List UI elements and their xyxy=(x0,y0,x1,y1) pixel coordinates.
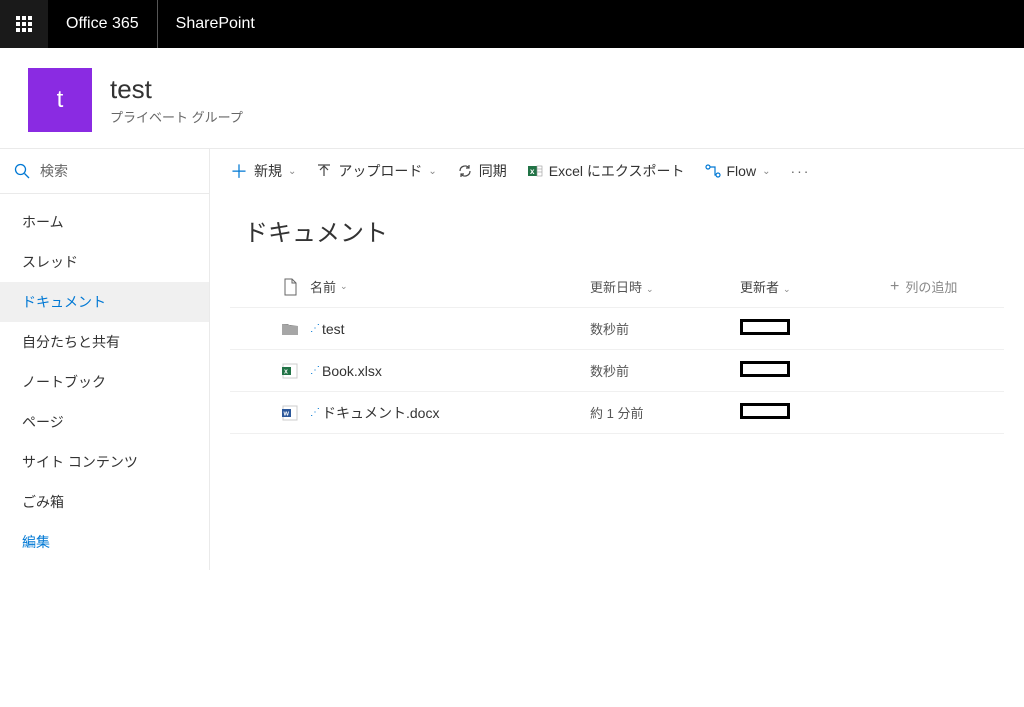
nav-notebook[interactable]: ノートブック xyxy=(0,362,209,402)
item-name[interactable]: test xyxy=(322,321,345,337)
export-excel-label: Excel にエクスポート xyxy=(549,161,685,181)
chevron-down-icon: ⌄ xyxy=(646,284,654,294)
upload-button[interactable]: アップロード ⌄ xyxy=(316,161,436,181)
global-topbar: Office 365 SharePoint xyxy=(0,0,1024,48)
chevron-down-icon: ⌄ xyxy=(288,166,296,177)
search-icon xyxy=(14,163,30,179)
chevron-down-icon: ⌄ xyxy=(783,284,791,294)
item-modified-by xyxy=(740,319,890,338)
add-column-button[interactable]: +列の追加 xyxy=(890,277,1004,296)
site-title[interactable]: test xyxy=(110,74,243,105)
plus-icon: ＋ xyxy=(230,158,248,184)
left-column: 検索 ホーム スレッド ドキュメント 自分たちと共有 ノートブック ページ サイ… xyxy=(0,149,210,570)
chevron-down-icon: ⌄ xyxy=(428,166,436,177)
new-button[interactable]: ＋ 新規 ⌄ xyxy=(230,158,296,184)
svg-text:x: x xyxy=(530,167,535,176)
name-column-header[interactable]: 名前⌄ xyxy=(310,277,590,296)
flow-label: Flow xyxy=(727,163,757,179)
new-indicator-icon: ⋰ xyxy=(310,407,320,418)
folder-icon xyxy=(270,320,310,338)
library-title: ドキュメント xyxy=(244,213,1004,248)
excel-icon: x xyxy=(527,163,543,179)
item-modified-by xyxy=(740,361,890,380)
site-privacy-label: プライベート グループ xyxy=(110,107,243,126)
item-modified-by xyxy=(740,403,890,422)
sync-icon xyxy=(457,163,473,179)
upload-label: アップロード xyxy=(338,161,422,181)
item-modified: 約 1 分前 xyxy=(590,403,740,422)
new-label: 新規 xyxy=(254,161,282,181)
chevron-down-icon: ⌄ xyxy=(340,281,348,292)
chevron-down-icon: ⌄ xyxy=(762,166,770,177)
nav-site-contents[interactable]: サイト コンテンツ xyxy=(0,442,209,482)
excel-file-icon: x xyxy=(270,362,310,380)
plus-icon: + xyxy=(890,278,899,296)
modified-by-column-header[interactable]: 更新者⌄ xyxy=(740,277,890,296)
office-365-link[interactable]: Office 365 xyxy=(48,0,158,48)
modified-column-header[interactable]: 更新日時⌄ xyxy=(590,277,740,296)
document-list: 名前⌄ 更新日時⌄ 更新者⌄ +列の追加 ⋰test 数秒前 xyxy=(230,266,1004,434)
nav-pages[interactable]: ページ xyxy=(0,402,209,442)
upload-icon xyxy=(316,163,332,179)
app-launcher-button[interactable] xyxy=(0,0,48,48)
nav-edit-link[interactable]: 編集 xyxy=(0,522,209,562)
sync-button[interactable]: 同期 xyxy=(457,161,507,181)
export-excel-button[interactable]: x Excel にエクスポート xyxy=(527,161,685,181)
table-row[interactable]: ⋰test 数秒前 xyxy=(230,308,1004,350)
search-placeholder: 検索 xyxy=(40,161,68,181)
filetype-column-header[interactable] xyxy=(270,278,310,296)
item-modified: 数秒前 xyxy=(590,319,740,338)
more-commands-button[interactable]: ··· xyxy=(790,163,810,179)
svg-text:x: x xyxy=(284,368,288,375)
nav-conversations[interactable]: スレッド xyxy=(0,242,209,282)
new-indicator-icon: ⋰ xyxy=(310,323,320,334)
nav-shared-with-us[interactable]: 自分たちと共有 xyxy=(0,322,209,362)
svg-text:w: w xyxy=(283,410,290,417)
main-area: ＋ 新規 ⌄ アップロード ⌄ 同期 x Exc xyxy=(210,149,1024,570)
table-row[interactable]: w ⋰ドキュメント.docx 約 1 分前 xyxy=(230,392,1004,434)
flow-icon xyxy=(705,163,721,179)
left-nav: ホーム スレッド ドキュメント 自分たちと共有 ノートブック ページ サイト コ… xyxy=(0,194,209,570)
nav-documents[interactable]: ドキュメント xyxy=(0,282,209,322)
table-header: 名前⌄ 更新日時⌄ 更新者⌄ +列の追加 xyxy=(230,266,1004,308)
search-input[interactable]: 検索 xyxy=(0,149,209,194)
item-name[interactable]: Book.xlsx xyxy=(322,363,382,379)
flow-button[interactable]: Flow ⌄ xyxy=(705,163,771,179)
item-modified: 数秒前 xyxy=(590,361,740,380)
sharepoint-link[interactable]: SharePoint xyxy=(158,0,273,48)
waffle-icon xyxy=(16,16,32,32)
command-bar: ＋ 新規 ⌄ アップロード ⌄ 同期 x Exc xyxy=(210,149,1024,193)
new-indicator-icon: ⋰ xyxy=(310,365,320,376)
item-name[interactable]: ドキュメント.docx xyxy=(322,403,439,423)
site-header: t test プライベート グループ xyxy=(0,48,1024,148)
nav-recycle-bin[interactable]: ごみ箱 xyxy=(0,482,209,522)
nav-home[interactable]: ホーム xyxy=(0,202,209,242)
table-row[interactable]: x ⋰Book.xlsx 数秒前 xyxy=(230,350,1004,392)
site-logo[interactable]: t xyxy=(28,68,92,132)
sync-label: 同期 xyxy=(479,161,507,181)
word-file-icon: w xyxy=(270,404,310,422)
